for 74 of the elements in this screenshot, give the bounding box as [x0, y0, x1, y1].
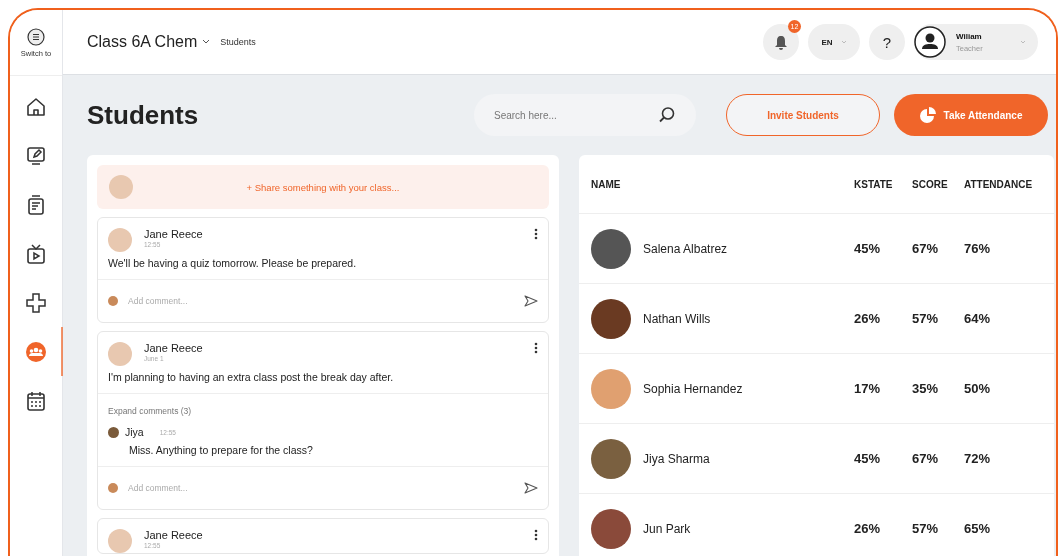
author-name: Jane Reece	[144, 342, 204, 354]
kstate-cell-text: 26%	[854, 311, 882, 326]
chevron-icon	[202, 39, 211, 45]
user-avatar	[108, 296, 118, 306]
score-cell-text: 57%	[912, 521, 940, 536]
tv-play-icon	[24, 241, 48, 266]
student-row[interactable]: Jiya Sharma 45% 67% 72%	[579, 424, 1054, 494]
comment-field[interactable]: Add comment...	[126, 482, 516, 494]
chevron-icon	[1020, 40, 1026, 44]
user-avatar-icon	[914, 26, 946, 58]
student-row[interactable]: Jun Park 26% 57% 65%	[579, 494, 1054, 556]
comment-text: Miss. Anything to prepare for the class?	[129, 444, 314, 456]
comment-field[interactable]: Add comment...	[126, 295, 516, 307]
attendance-cell-text: 50%	[964, 381, 992, 396]
send-icon[interactable]	[524, 482, 538, 494]
kstate-cell-text: 45%	[854, 451, 882, 466]
user-avatar	[108, 483, 118, 493]
people-icon	[24, 339, 48, 364]
more-icon[interactable]	[534, 228, 538, 240]
class-selector[interactable]: Class 6A Chem	[87, 33, 211, 51]
student-name: Sophia Hernandez	[643, 381, 743, 396]
column-header: ATTENDANCE	[964, 178, 1034, 190]
column-header: SCORE	[912, 178, 949, 190]
chevron-icon	[840, 40, 847, 44]
post-text: We'll be having a quiz tomorrow. Please be prepared.	[107, 256, 358, 271]
pie-chart-icon	[919, 107, 936, 123]
author-avatar	[108, 342, 132, 366]
search-field[interactable]: Search here...	[474, 94, 696, 136]
student-name: Nathan Wills	[643, 311, 711, 326]
student-row[interactable]: Nathan Wills 26% 57% 64%	[579, 284, 1054, 354]
commenter-avatar	[108, 426, 119, 438]
kstate-cell-text: 17%	[854, 381, 882, 396]
student-avatar	[591, 508, 631, 549]
student-row[interactable]: Sophia Hernandez 17% 35% 50%	[579, 354, 1054, 424]
language-selector[interactable]: EN	[808, 24, 860, 60]
expand-comments-link[interactable]: Expand comments (3)	[108, 406, 192, 416]
more-icon[interactable]	[534, 342, 538, 354]
column-header: NAME	[590, 178, 622, 190]
student-name: Jiya Sharma	[643, 451, 710, 466]
score-cell-text: 67%	[912, 241, 940, 256]
kstate-cell-text: 26%	[854, 521, 882, 536]
score-cell-text: 57%	[912, 311, 940, 326]
student-name: Jun Park	[643, 521, 691, 536]
author-avatar	[108, 529, 132, 553]
score-cell-text: 67%	[912, 451, 940, 466]
kstate-cell-text: 45%	[854, 241, 882, 256]
student-avatar	[591, 228, 631, 269]
author-name: Jane Reece	[144, 228, 204, 240]
attendance-cell-text: 65%	[964, 521, 992, 536]
commenter-name: Jiya	[125, 426, 144, 438]
send-icon[interactable]	[524, 295, 538, 307]
more-icon[interactable]	[534, 529, 538, 541]
post-text: I'm planning to having an extra class post the break day after.	[107, 370, 395, 385]
user-name: Wiliam	[956, 31, 982, 41]
user-avatar	[109, 175, 133, 199]
student-avatar	[591, 368, 631, 409]
student-row[interactable]: Salena Albatrez 45% 67% 76%	[579, 214, 1054, 284]
menu-icon[interactable]	[27, 27, 45, 46]
page-title: Students	[87, 99, 200, 131]
student-name: Salena Albatrez	[643, 241, 728, 256]
score-cell-text: 35%	[912, 381, 940, 396]
student-avatar	[591, 298, 631, 339]
search-icon	[658, 106, 676, 124]
column-header: KSTATE	[854, 178, 894, 190]
student-avatar	[591, 438, 631, 479]
bell-icon	[774, 34, 788, 50]
cross-icon	[24, 290, 48, 315]
attendance-cell-text: 76%	[964, 241, 992, 256]
author-name: Jane Reece	[144, 529, 204, 541]
help-button[interactable]: ?	[869, 24, 905, 60]
author-avatar	[108, 228, 132, 252]
attendance-cell-text: 72%	[964, 451, 992, 466]
attendance-cell-text: 64%	[964, 311, 992, 326]
breadcrumb: Students	[220, 37, 256, 47]
